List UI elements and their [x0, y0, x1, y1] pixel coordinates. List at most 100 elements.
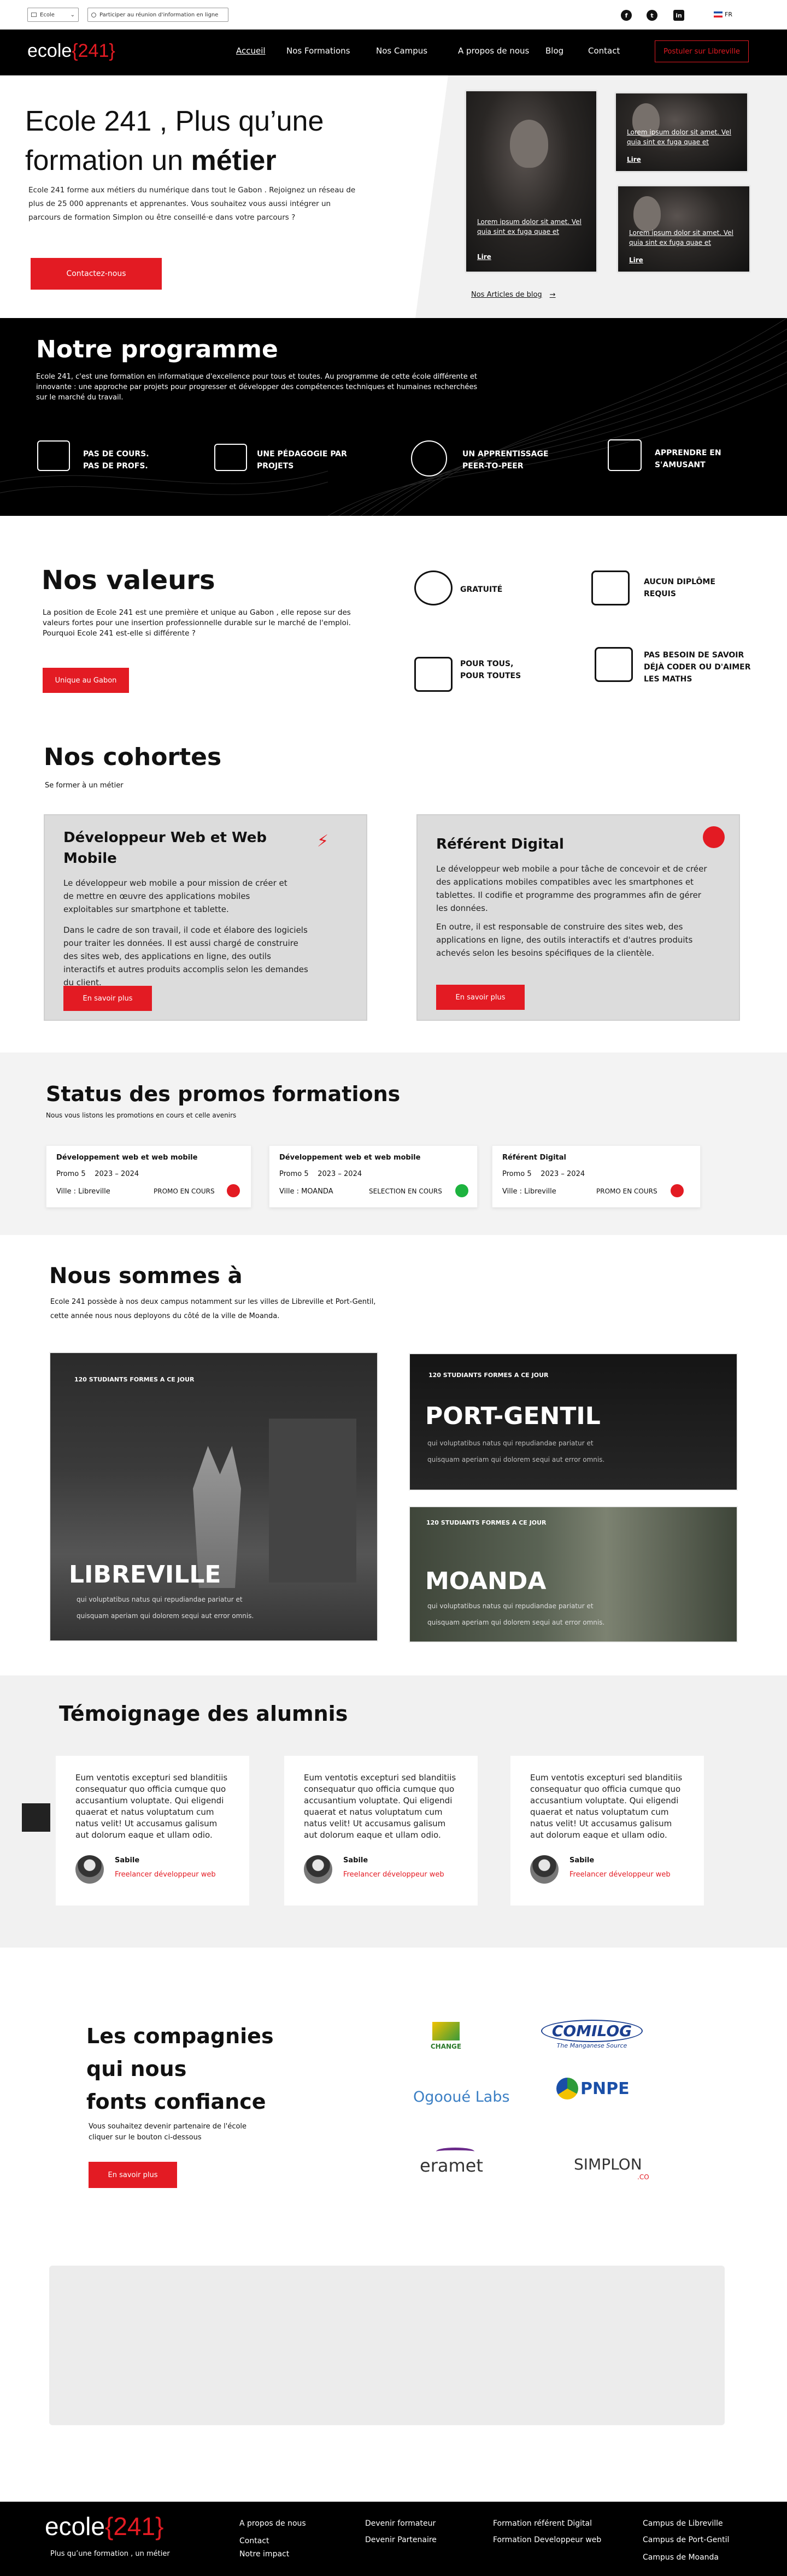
campus-card-port-gentil[interactable]: 120 STUDIANTS FORMES A CE JOUR PORT-GENT… [409, 1353, 738, 1491]
nav-item-blog[interactable]: Blog [545, 46, 563, 56]
blog-card-small-1[interactable]: Lorem ipsum dolor sit amet. Vel quia sin… [614, 92, 749, 173]
promo-title: Référent Digital [502, 1154, 566, 1162]
promo-ville: Ville : Libreville [502, 1187, 556, 1196]
nav-item-about[interactable]: A propos de nous [458, 46, 529, 56]
language-selector[interactable]: FR [714, 11, 732, 18]
footer-tagline: Plus qu’une formation , un métier [50, 2550, 170, 2558]
partners-button[interactable]: En savoir plus [89, 2162, 177, 2188]
site-select-value: Ecole [40, 11, 55, 18]
nav-item-contact[interactable]: Contact [588, 46, 620, 56]
logo-number: 241 [113, 2512, 156, 2540]
logo-number: 241 [78, 40, 109, 61]
testimonial-role: Freelancer développeur web [343, 1871, 444, 1879]
arrow-right-icon: → [549, 291, 556, 299]
promo-state: SELECTION EN COURS [369, 1187, 442, 1195]
campus-text: Ecole 241 possède à nos deux campus nota… [50, 1298, 376, 1320]
contact-button[interactable]: Contactez-nous [31, 258, 162, 290]
cohort-digital-button[interactable]: En savoir plus [436, 985, 525, 1010]
campus-count: 120 STUDIANTS FORMES A CE JOUR [428, 1372, 549, 1379]
footer-link-partenaire[interactable]: Devenir Partenaire [365, 2536, 437, 2544]
logo-comilog: COMILOG The Manganese Source [541, 2020, 643, 2055]
campus-card-libreville[interactable]: 120 STUDIANTS FORMES A CE JOUR LIBREVILL… [49, 1352, 378, 1642]
campus-count: 120 STUDIANTS FORMES A CE JOUR [74, 1376, 195, 1383]
blog-card-small-2[interactable]: Lorem ipsum dolor sit amet. Vel quia sin… [616, 185, 751, 273]
logo[interactable]: ecole{241} [27, 40, 115, 62]
testimonial-card-1: Eum ventotis excepturi sed blanditiis co… [56, 1756, 249, 1905]
blog-card-link[interactable]: Lire [477, 253, 491, 261]
digital-gear-icon [703, 826, 725, 848]
campus-name: PORT-GENTIL [425, 1402, 601, 1430]
footer-link-about[interactable]: A propos de nous [239, 2519, 306, 2528]
avatar [75, 1855, 104, 1884]
promo-state: PROMO EN COURS [154, 1187, 215, 1195]
footer-link-referent[interactable]: Formation référent Digital [493, 2519, 592, 2528]
footer-link-impact[interactable]: Notre impact [239, 2550, 289, 2559]
nav-item-accueil[interactable]: Accueil [236, 46, 266, 56]
promo-title: Développement web et web mobile [279, 1154, 421, 1162]
cohort-card-web: Développeur Web et Web Mobile ⚡ Le dévelo… [44, 814, 367, 1021]
cohort-card-digital: Référent Digital Le développeur web mobi… [416, 814, 740, 1021]
nav-item-campus[interactable]: Nos Campus [376, 46, 427, 56]
blog-articles-link[interactable]: Nos Articles de blog → [471, 291, 556, 299]
valeurs-question: Pourquoi Ecole 241 est-elle si différent… [43, 629, 196, 638]
programme-title: Notre programme [36, 336, 278, 363]
cohort-web-p2: Dans le cadre de son travail, il code et… [63, 925, 308, 987]
promo-card-1[interactable]: Développement web et web mobile Promo 5 … [46, 1145, 251, 1208]
campus-name: MOANDA [425, 1567, 547, 1595]
footer-link-contact[interactable]: Contact [239, 2537, 269, 2545]
logo-text: ecole [45, 2512, 105, 2540]
valeurs-paragraph: La position de Ecole 241 est une premièr… [43, 608, 351, 627]
footer-link-moanda[interactable]: Campus de Moanda [643, 2553, 719, 2562]
search-input[interactable]: Participer au réunion d'information en l… [87, 8, 228, 22]
code-broken-icon: ⚡ [317, 832, 329, 851]
campus-desc: qui voluptatibus natus qui repudiandae p… [427, 1439, 605, 1463]
nav-item-formations[interactable]: Nos Formations [286, 46, 350, 56]
testimonial-card-2: Eum ventotis excepturi sed blanditiis co… [284, 1756, 478, 1905]
blog-card-link[interactable]: Lire [629, 256, 643, 264]
cohort-web-p1: Le développeur web mobile a pour mission… [63, 878, 287, 914]
promo-title: Développement web et web mobile [56, 1154, 198, 1162]
feature-1: PAS DE COURS. PAS DE PROFS. [83, 450, 149, 470]
chevron-down-icon: ⌄ [70, 11, 75, 18]
testimonial-card-3: Eum ventotis excepturi sed blanditiis co… [510, 1756, 704, 1905]
blog-card-text: Lorem ipsum dolor sit amet. Vel quia sin… [627, 128, 731, 146]
facebook-icon[interactable]: f [621, 10, 632, 21]
flag-icon [714, 11, 723, 17]
status-dot [671, 1184, 684, 1197]
no-money-icon [414, 571, 453, 605]
logo-eramet: eramet [420, 2148, 483, 2176]
content-placeholder [49, 2266, 725, 2425]
promo-card-3[interactable]: Référent Digital Promo 5 2023 – 2024 Vil… [492, 1145, 701, 1208]
testimonial-name: Sabile [343, 1856, 368, 1865]
testimonial-name: Sabile [115, 1856, 140, 1865]
feature-2: UNE PÉDAGOGIE PAR PROJETS [257, 450, 347, 470]
avatar [304, 1855, 332, 1884]
promo-ville: Ville : Libreville [56, 1187, 110, 1196]
unique-gabon-button[interactable]: Unique au Gabon [43, 668, 129, 693]
promo-card-2[interactable]: Développement web et web mobile Promo 5 … [269, 1145, 478, 1208]
valeur-pour-tous: POUR TOUS, POUR TOUTES [460, 660, 521, 680]
peer-icon [411, 440, 447, 477]
linkedin-icon[interactable]: in [673, 10, 684, 21]
temoignage-title: Témoignage des alumnis [59, 1702, 348, 1726]
hero-title-line1: Ecole 241 , Plus qu’une [25, 105, 324, 137]
cohort-web-button[interactable]: En savoir plus [63, 986, 152, 1011]
footer-logo[interactable]: ecole{241} [45, 2512, 163, 2541]
twitter-icon[interactable]: t [647, 10, 657, 21]
search-icon [91, 12, 96, 17]
hero-title-line2: formation un [25, 145, 191, 177]
testimonial-quote: Eum ventotis excepturi sed blanditiis co… [75, 1773, 228, 1840]
blog-card-link[interactable]: Lire [627, 156, 641, 163]
site-select[interactable]: Ecole ⌄ [27, 8, 79, 22]
prev-arrow-button[interactable] [22, 1803, 50, 1832]
footer-link-libreville[interactable]: Campus de Libreville [643, 2519, 723, 2528]
footer-link-port-gentil[interactable]: Campus de Port-Gentil [643, 2536, 729, 2544]
campus-card-moanda[interactable]: 120 STUDIANTS FORMES A CE JOUR MOANDA qu… [409, 1506, 738, 1643]
apply-button[interactable]: Postuler sur Libreville [655, 40, 749, 62]
valeur-gratuite: GRATUITÉ [460, 585, 503, 594]
footer-link-formateur[interactable]: Devenir formateur [365, 2519, 436, 2528]
blog-card-text: Lorem ipsum dolor sit amet. Vel quia sin… [477, 218, 582, 236]
footer-link-developpeur[interactable]: Formation Developpeur web [493, 2536, 601, 2544]
blog-card-large[interactable]: Lorem ipsum dolor sit amet. Vel quia sin… [465, 90, 598, 273]
partners-title: Les compagnies qui nous fonts confiance [86, 2024, 274, 2114]
